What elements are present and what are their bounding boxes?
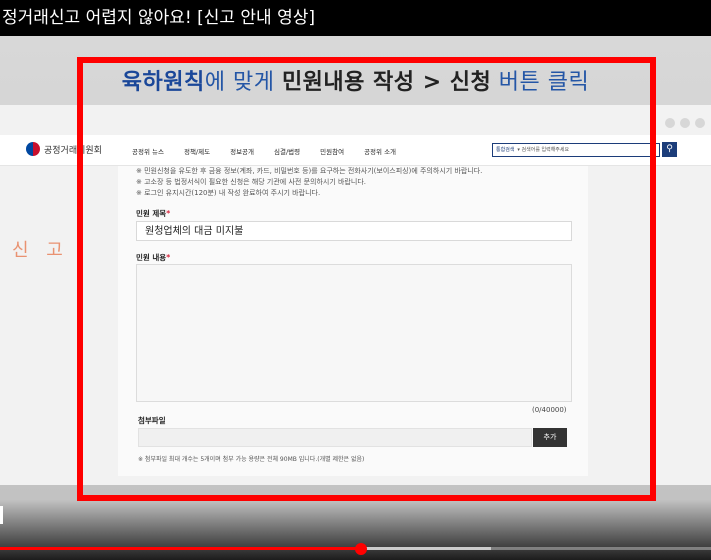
background-left-text: 신 고 <box>12 240 69 261</box>
window-dots <box>665 118 705 128</box>
highlight-frame <box>77 57 656 501</box>
video-frame[interactable]: 정거래신고 어렵지 않아요! [신고 안내 영상] 신 고 육하원칙에 맞게 민… <box>0 0 711 560</box>
window-dot-icon <box>695 118 705 128</box>
progress-played <box>0 547 362 550</box>
search-button[interactable]: ⚲ <box>662 142 677 157</box>
search-icon: ⚲ <box>666 144 673 154</box>
taegeuk-icon <box>26 142 40 156</box>
window-dot-icon <box>665 118 675 128</box>
window-dot-icon <box>680 118 690 128</box>
play-icon[interactable] <box>0 506 3 524</box>
video-title: 정거래신고 어렵지 않아요! [신고 안내 영상] <box>0 0 711 36</box>
